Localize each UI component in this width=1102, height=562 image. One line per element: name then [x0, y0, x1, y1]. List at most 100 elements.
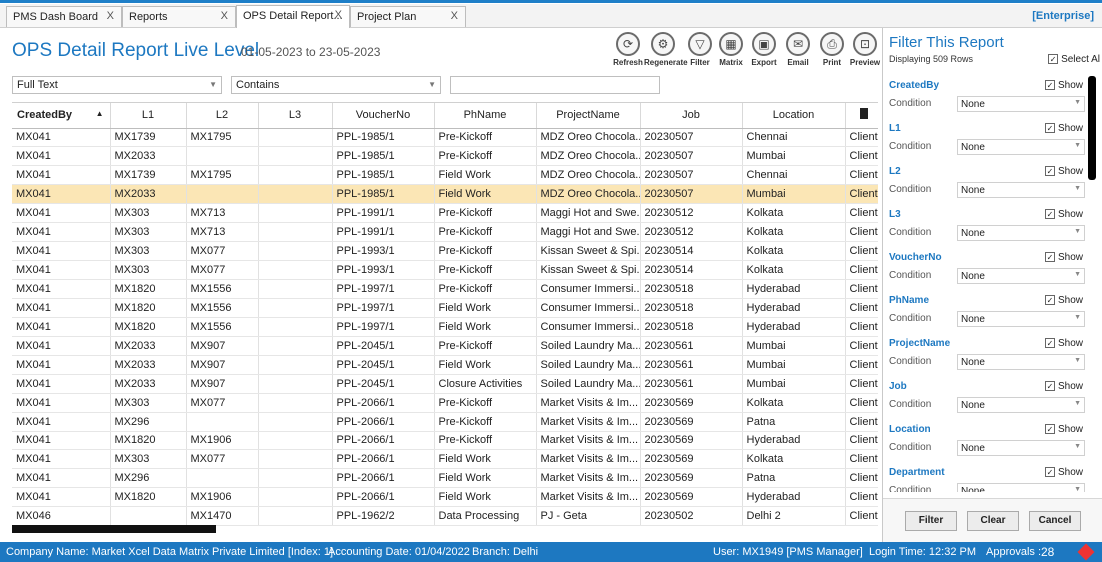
select-all-checkbox[interactable]: ✓ Select Al — [1048, 54, 1100, 65]
show-checkbox[interactable]: ✓ Show — [1044, 80, 1083, 91]
column-header-l2[interactable]: L2 — [186, 103, 259, 129]
column-header-location[interactable]: Location — [742, 103, 846, 129]
chevron-down-icon: ▼ — [428, 80, 436, 89]
table-cell: MX041 — [12, 355, 111, 375]
column-header-createdby[interactable]: CreatedBy ▲ — [12, 103, 111, 129]
email-button[interactable]: ✉ Email — [779, 32, 817, 67]
condition-select[interactable]: None ▼ — [957, 440, 1085, 456]
horizontal-scrollbar[interactable] — [12, 525, 216, 533]
show-checkbox[interactable]: ✓ Show — [1044, 381, 1083, 392]
table-cell: MX041 — [12, 203, 111, 224]
table-cell: MX041 — [12, 128, 111, 148]
clear-button[interactable]: Clear — [967, 511, 1019, 531]
table-row[interactable]: MX041 MX1820 MX1556 PPL-1997/1 Field Work Con… — [12, 317, 878, 337]
table-cell: MX1739 — [110, 128, 187, 148]
close-icon[interactable]: X — [107, 10, 114, 22]
table-row[interactable]: MX041 MX303 MX077 PPL-1993/1 Pre-Kickoff Kiss… — [12, 260, 878, 280]
show-checkbox[interactable]: ✓ Show — [1044, 123, 1083, 134]
column-header-phname[interactable]: PhName — [434, 103, 537, 129]
column-header-overflow[interactable] — [845, 103, 878, 129]
show-checkbox[interactable]: ✓ Show — [1044, 209, 1083, 220]
table-cell — [258, 165, 333, 186]
table-row[interactable]: MX041 MX303 MX077 PPL-2066/1 Pre-Kickoff Mark… — [12, 393, 878, 413]
condition-select[interactable]: None ▼ — [957, 268, 1085, 284]
search-field-select[interactable]: Full Text ▼ — [12, 76, 222, 94]
condition-select[interactable]: None ▼ — [957, 397, 1085, 413]
document-tab-bar: PMS Dash Board X Reports X OPS Detail Re… — [0, 4, 1102, 28]
preview-button[interactable]: ⊡ Preview — [846, 32, 884, 67]
table-row[interactable]: MX041 MX1820 MX1556 PPL-1997/1 Pre-Kickoff Co… — [12, 279, 878, 299]
table-row[interactable]: MX041 MX303 MX713 PPL-1991/1 Pre-Kickoff Magg… — [12, 222, 878, 243]
column-header-projectname[interactable]: ProjectName — [536, 103, 641, 129]
search-operator-select[interactable]: Contains ▼ — [231, 76, 441, 94]
table-row[interactable]: MX041 MX2033 MX907 PPL-2045/1 Pre-Kickoff Soi… — [12, 336, 878, 356]
vertical-scrollbar[interactable] — [1088, 76, 1096, 180]
condition-select[interactable]: None ▼ — [957, 96, 1085, 112]
table-row[interactable]: MX041 MX2033 MX907 PPL-2045/1 Closure Activi… — [12, 374, 878, 394]
condition-select[interactable]: None ▼ — [957, 483, 1085, 492]
table-cell: Consumer Immersi... — [536, 317, 641, 337]
table-cell: Kissan Sweet & Spi... — [536, 260, 641, 280]
export-button[interactable]: ▣ Export — [745, 32, 783, 67]
search-input[interactable] — [450, 76, 660, 94]
table-row[interactable]: MX041 MX1739 MX1795 PPL-1985/1 Field Work MDZ… — [12, 165, 878, 186]
tab-reports[interactable]: Reports X — [122, 6, 236, 27]
show-checkbox[interactable]: ✓ Show — [1044, 295, 1083, 306]
column-header-job[interactable]: Job — [640, 103, 743, 129]
table-row[interactable]: MX041 MX303 MX077 PPL-1993/1 Pre-Kickoff Kiss… — [12, 241, 878, 262]
close-icon[interactable]: X — [221, 10, 228, 22]
table-cell: MX1820 — [110, 298, 187, 318]
column-header-voucherno[interactable]: VoucherNo — [332, 103, 435, 129]
condition-select[interactable]: None ▼ — [957, 354, 1085, 370]
show-label: Show — [1057, 166, 1083, 177]
refresh-button[interactable]: ⟳ Refresh — [609, 32, 647, 67]
table-row[interactable]: MX041 MX296 PPL-2066/1 Pre-Kickoff Market Vi… — [12, 412, 878, 432]
condition-select[interactable]: None ▼ — [957, 311, 1085, 327]
column-header-label: Job — [682, 109, 700, 122]
table-cell: MDZ Oreo Chocola... — [536, 165, 641, 186]
column-header-l1[interactable]: L1 — [110, 103, 187, 129]
table-cell: MX041 — [12, 431, 111, 451]
table-row[interactable]: MX041 MX296 PPL-2066/1 Field Work Market Vis… — [12, 468, 878, 489]
table-cell: MX041 — [12, 241, 111, 262]
table-row[interactable]: MX041 MX303 MX713 PPL-1991/1 Pre-Kickoff Magg… — [12, 203, 878, 224]
tab-label: PMS Dash Board — [13, 11, 98, 23]
show-checkbox[interactable]: ✓ Show — [1044, 424, 1083, 435]
status-approvals-count[interactable]: 28 — [1041, 545, 1054, 559]
table-cell: Pre-Kickoff — [434, 260, 537, 280]
table-row[interactable]: MX041 MX2033 PPL-1985/1 Field Work MDZ Oreo … — [12, 184, 878, 205]
table-row[interactable]: MX041 MX1820 MX1556 PPL-1997/1 Field Work Con… — [12, 298, 878, 318]
filter-field-item: ProjectName ✓ Show Condition None ▼ — [883, 330, 1087, 373]
column-header-l3[interactable]: L3 — [258, 103, 333, 129]
table-cell: MX713 — [186, 222, 259, 243]
show-checkbox[interactable]: ✓ Show — [1044, 252, 1083, 263]
show-checkbox[interactable]: ✓ Show — [1044, 467, 1083, 478]
table-row[interactable]: MX041 MX2033 PPL-1985/1 Pre-Kickoff MDZ Oreo… — [12, 146, 878, 167]
tab-project-plan[interactable]: Project Plan X — [350, 6, 466, 27]
condition-select[interactable]: None ▼ — [957, 139, 1085, 155]
cancel-button[interactable]: Cancel — [1029, 511, 1081, 531]
close-icon[interactable]: X — [451, 10, 458, 22]
table-row[interactable]: MX041 MX1739 MX1795 PPL-1985/1 Pre-Kickoff MD… — [12, 128, 878, 148]
close-icon[interactable]: X — [335, 9, 342, 21]
table-row[interactable]: MX041 MX2033 MX907 PPL-2045/1 Field Work Soil… — [12, 355, 878, 375]
table-cell: Mumbai — [742, 355, 846, 375]
table-row[interactable]: MX041 MX1820 MX1906 PPL-2066/1 Field Work Mar… — [12, 487, 878, 508]
table-row[interactable]: MX046 MX1470 PPL-1962/2 Data Processing PJ -… — [12, 506, 878, 527]
filter-button[interactable]: Filter — [905, 511, 957, 531]
table-cell: Market Visits & Im... — [536, 412, 641, 432]
table-cell: Consumer Immersi... — [536, 279, 641, 299]
tab-pms-dash-board[interactable]: PMS Dash Board X — [6, 6, 122, 27]
table-row[interactable]: MX041 MX303 MX077 PPL-2066/1 Field Work Marke… — [12, 449, 878, 470]
table-row[interactable]: MX041 MX1820 MX1906 PPL-2066/1 Pre-Kickoff Ma… — [12, 431, 878, 451]
table-cell — [258, 487, 333, 508]
condition-select[interactable]: None ▼ — [957, 182, 1085, 198]
table-cell: Pre-Kickoff — [434, 203, 537, 224]
regenerate-button[interactable]: ⚙ Regenerate — [644, 32, 688, 67]
show-checkbox[interactable]: ✓ Show — [1044, 338, 1083, 349]
table-cell: PPL-1997/1 — [332, 279, 435, 299]
tab-ops-detail-report[interactable]: OPS Detail Report... X — [236, 5, 350, 28]
condition-select[interactable]: None ▼ — [957, 225, 1085, 241]
show-checkbox[interactable]: ✓ Show — [1044, 166, 1083, 177]
notification-icon[interactable] — [1077, 543, 1095, 561]
